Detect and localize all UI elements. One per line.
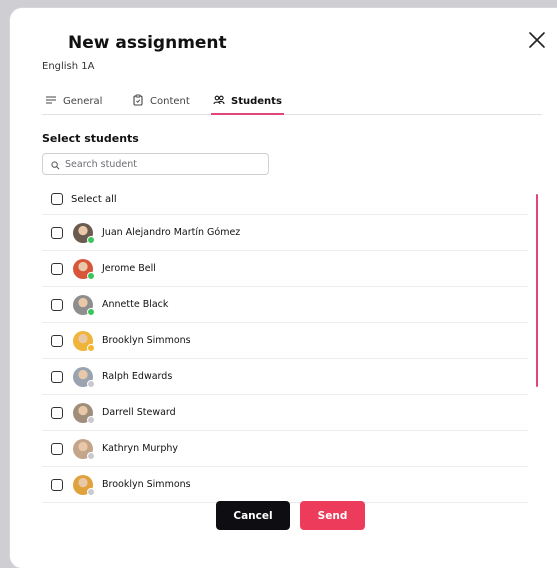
cancel-button[interactable]: Cancel (216, 501, 290, 530)
tab-general-label: General (63, 95, 103, 107)
tab-students-label: Students (231, 95, 282, 107)
student-row[interactable]: Brooklyn Simmons (42, 467, 528, 503)
tab-general[interactable]: General (45, 88, 102, 114)
avatar (73, 366, 95, 388)
avatar (73, 330, 95, 352)
select-all-checkbox[interactable] (51, 193, 63, 205)
new-assignment-dialog: New assignment English 1A General Conten… (10, 8, 557, 568)
student-row[interactable]: Jerome Bell (42, 251, 528, 287)
student-name: Ralph Edwards (102, 371, 173, 382)
student-checkbox[interactable] (51, 334, 63, 347)
student-name: Kathryn Murphy (102, 443, 178, 454)
select-all-label: Select all (71, 193, 117, 205)
dialog-subtitle: English 1A (42, 61, 95, 72)
status-indicator (87, 379, 95, 388)
student-row[interactable]: Ralph Edwards (42, 359, 528, 395)
avatar (73, 402, 95, 424)
users-icon (213, 94, 225, 109)
search-icon (51, 155, 60, 174)
student-checkbox[interactable] (51, 298, 63, 311)
status-indicator (87, 307, 95, 316)
student-name: Brooklyn Simmons (102, 479, 191, 490)
student-name: Juan Alejandro Martín Gómez (102, 227, 241, 238)
status-indicator (87, 451, 95, 460)
student-name: Brooklyn Simmons (102, 335, 191, 346)
status-indicator (87, 415, 95, 424)
student-checkbox[interactable] (51, 370, 63, 383)
student-row[interactable]: Kathryn Murphy (42, 431, 528, 467)
student-checkbox[interactable] (51, 262, 63, 275)
student-checkbox[interactable] (51, 442, 63, 455)
student-row[interactable]: Darrell Steward (42, 395, 528, 431)
dialog-title: New assignment (68, 33, 227, 53)
list-scrollbar[interactable] (536, 194, 538, 387)
avatar (73, 222, 95, 244)
student-checkbox[interactable] (51, 226, 63, 239)
student-name: Annette Black (102, 299, 169, 310)
student-checkbox[interactable] (51, 478, 63, 491)
avatar (73, 438, 95, 460)
search-input[interactable] (65, 158, 255, 170)
status-indicator (87, 235, 95, 244)
student-name: Darrell Steward (102, 407, 176, 418)
tab-students[interactable]: Students (211, 88, 284, 115)
select-all-row[interactable]: Select all (42, 184, 528, 215)
avatar (73, 258, 95, 280)
student-row[interactable]: Annette Black (42, 287, 528, 323)
send-button[interactable]: Send (300, 501, 365, 530)
status-indicator (87, 487, 95, 496)
clipboard-icon (132, 94, 144, 109)
tab-bar: General Content Students (42, 88, 542, 115)
status-indicator (87, 271, 95, 280)
tab-content[interactable]: Content (132, 88, 190, 114)
student-checkbox[interactable] (51, 406, 63, 419)
student-row[interactable]: Juan Alejandro Martín Gómez (42, 215, 528, 251)
search-field[interactable] (42, 153, 269, 175)
status-indicator (87, 343, 95, 352)
student-row[interactable]: Brooklyn Simmons (42, 323, 528, 359)
avatar (73, 294, 95, 316)
menu-lines-icon (45, 94, 57, 109)
avatar (73, 474, 95, 496)
tab-content-label: Content (150, 95, 190, 107)
close-icon[interactable] (527, 30, 547, 50)
section-title: Select students (42, 132, 139, 145)
student-list: Select all Juan Alejandro Martín Gómez Je… (42, 184, 528, 503)
student-name: Jerome Bell (102, 263, 156, 274)
